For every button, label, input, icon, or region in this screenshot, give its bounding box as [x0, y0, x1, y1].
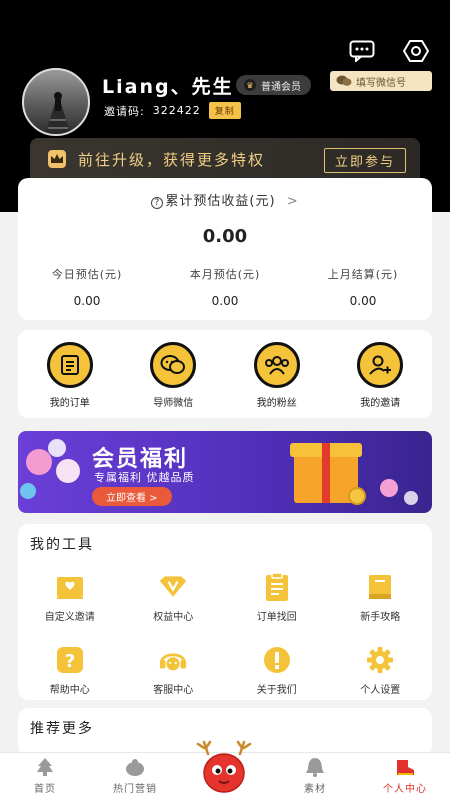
decor-bubble [56, 459, 80, 483]
help-center-button[interactable]: ? 帮助中心 [18, 645, 122, 696]
decor-bubble [380, 479, 398, 497]
copy-button[interactable]: 复制 [208, 102, 241, 119]
tab-hot-marketing-label: 热门营销 [113, 784, 157, 795]
my-orders-label: 我的订单 [49, 398, 90, 409]
tab-material[interactable]: 素材 [270, 753, 360, 800]
crown-icon [48, 150, 66, 168]
earnings-total: 0.00 [202, 226, 248, 247]
earnings-today-value: 0.00 [73, 294, 101, 308]
question-icon: ? [151, 197, 164, 209]
invite-label: 邀请码: [104, 104, 145, 118]
mascot-icon[interactable] [194, 740, 254, 796]
mentor-wechat-label: 导师微信 [153, 398, 194, 409]
vip-upgrade-bar[interactable]: 前往升级，获得更多特权 立即参与 [30, 138, 420, 180]
order-recovery-button[interactable]: 订单找回 [225, 572, 329, 623]
recommend-more-title: 推荐更多 [30, 721, 94, 737]
tab-material-label: 素材 [304, 784, 326, 795]
member-level-badge: ♛ 普通会员 [236, 75, 311, 95]
custom-invite-label: 自定义邀请 [44, 612, 95, 623]
tab-home[interactable]: 首页 [0, 753, 90, 800]
my-orders-button[interactable]: 我的订单 [18, 342, 122, 409]
my-invites-button[interactable]: 我的邀请 [329, 342, 433, 409]
benefits-center-label: 权益中心 [153, 612, 194, 623]
invite-row: 邀请码: 322422 复制 [104, 102, 241, 119]
customer-service-icon [158, 645, 188, 675]
beginner-guide-button[interactable]: 新手攻略 [329, 572, 433, 623]
crown-icon: ♛ [244, 79, 256, 91]
my-fans-label: 我的粉丝 [256, 398, 297, 409]
earnings-title: 累计预估收益(元) [165, 194, 276, 209]
earnings-month-label: 本月预估(元) [189, 268, 261, 281]
invite-icon [357, 342, 404, 388]
tab-hot-marketing[interactable]: 热门营销 [90, 753, 180, 800]
orders-icon [46, 342, 93, 388]
hot-marketing-icon [126, 759, 144, 776]
personal-settings-button[interactable]: 个人设置 [329, 645, 433, 696]
my-tools-card: 我的工具 自定义邀请 权益中心 订单找回 新手攻略 ? 帮助中心 客服中心 关于… [18, 524, 432, 700]
invite-code: 322422 [152, 104, 201, 117]
custom-invite-button[interactable]: 自定义邀请 [18, 572, 122, 623]
material-icon [306, 758, 324, 777]
mentor-wechat-button[interactable]: 导师微信 [122, 342, 226, 409]
help-icon: ? [55, 645, 85, 675]
tab-home-label: 首页 [34, 784, 56, 795]
quick-actions-card: 我的订单 导师微信 我的粉丝 我的邀请 [18, 330, 432, 418]
order-recovery-label: 订单找回 [256, 612, 297, 623]
banner-subtitle: 专属福利 优越品质 [94, 471, 195, 484]
profile-icon [397, 760, 414, 775]
chevron-right-icon: > [286, 194, 299, 209]
gear-icon[interactable] [402, 38, 430, 64]
earnings-month-value: 0.00 [211, 294, 239, 308]
beginner-guide-label: 新手攻略 [360, 612, 401, 623]
about-us-label: 关于我们 [256, 685, 297, 696]
tab-profile[interactable]: 个人中心 [360, 753, 450, 800]
tab-profile-label: 个人中心 [383, 784, 427, 795]
help-center-label: 帮助中心 [49, 685, 90, 696]
decor-bubble [48, 439, 66, 457]
banner-view-button[interactable]: 立即查看 > [92, 487, 172, 506]
top-icons [348, 38, 430, 64]
earnings-today-label: 今日预估(元) [51, 268, 123, 281]
wechat-button[interactable]: 填写微信号 [330, 71, 432, 91]
svg-text:?: ? [65, 651, 75, 672]
earnings-month: 本月预估(元) 0.00 [156, 266, 294, 308]
earnings-today: 今日预估(元) 0.00 [18, 266, 156, 308]
vip-upgrade-text: 前往升级，获得更多特权 [78, 150, 266, 169]
my-invites-label: 我的邀请 [360, 398, 401, 409]
customer-service-button[interactable]: 客服中心 [122, 645, 226, 696]
customer-service-label: 客服中心 [153, 685, 194, 696]
member-benefits-banner[interactable]: 会员福利 专属福利 优越品质 立即查看 > [18, 431, 432, 513]
avatar[interactable] [22, 68, 90, 136]
guide-icon [365, 572, 395, 602]
about-us-button[interactable]: 关于我们 [225, 645, 329, 696]
message-icon[interactable] [348, 38, 376, 64]
wechat-label: 填写微信号 [356, 77, 406, 89]
benefits-center-button[interactable]: 权益中心 [122, 572, 226, 623]
fans-icon [253, 342, 300, 388]
earnings-title-row[interactable]: ? 累计预估收益(元) > [18, 190, 432, 209]
decor-bubble [26, 449, 52, 475]
join-now-button[interactable]: 立即参与 [323, 148, 406, 173]
wechat-icon [150, 342, 197, 388]
earnings-last-month-label: 上月结算(元) [327, 268, 399, 281]
earnings-columns: 今日预估(元) 0.00 本月预估(元) 0.00 上月结算(元) 0.00 [18, 266, 432, 308]
settings-icon [365, 645, 395, 675]
about-icon [262, 645, 292, 675]
decor-bubble [20, 483, 36, 499]
member-level-label: 普通会员 [261, 81, 301, 93]
tools-title: 我的工具 [30, 537, 94, 553]
custom-invite-icon [55, 572, 85, 602]
decor-bubble [404, 491, 418, 505]
earnings-last-month: 上月结算(元) 0.00 [294, 266, 432, 308]
earnings-card: ? 累计预估收益(元) > 0.00 今日预估(元) 0.00 本月预估(元) 0… [18, 178, 432, 320]
benefits-icon [158, 572, 188, 602]
wechat-icon [336, 75, 352, 86]
username: Liang、先生 [102, 76, 234, 98]
personal-settings-label: 个人设置 [360, 685, 401, 696]
order-recovery-icon [262, 572, 292, 602]
home-icon [37, 758, 53, 776]
my-fans-button[interactable]: 我的粉丝 [225, 342, 329, 409]
coin-icon [348, 487, 366, 505]
earnings-last-month-value: 0.00 [349, 294, 377, 308]
